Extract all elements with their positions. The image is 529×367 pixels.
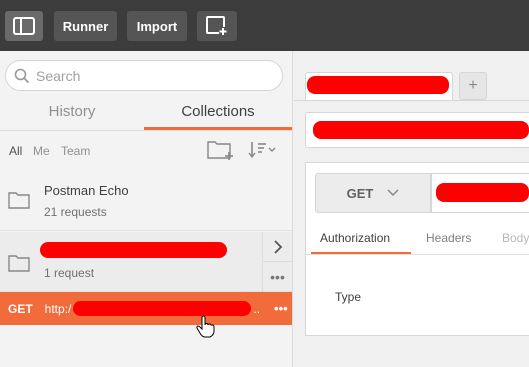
redacted-request-url [73,301,252,316]
filter-all[interactable]: All [9,144,22,158]
tab-divider [0,130,292,131]
request-more-icon[interactable]: ••• [274,301,288,316]
subtab-divider [305,254,529,255]
toggle-sidebar-button[interactable] [5,11,43,41]
sidebar: History Collections All Me Team Postman … [0,51,293,367]
expand-collection-button[interactable] [262,232,292,262]
collection-item[interactable]: 1 request ••• [0,232,292,292]
tab-authorization[interactable]: Authorization [320,231,390,245]
new-window-icon [206,16,227,35]
new-tab-button[interactable]: + [459,72,487,100]
method-select[interactable]: GET [315,173,431,213]
search-box[interactable] [5,60,283,91]
collection-request-count: 1 request [44,266,95,280]
filter-me[interactable]: Me [33,144,50,158]
hand-cursor-icon [196,316,215,338]
import-button[interactable]: Import [127,11,187,41]
top-toolbar: Runner Import [0,0,529,51]
redacted-collection-name [40,242,227,258]
new-window-button[interactable] [197,11,237,41]
auth-type-label: Type [335,290,362,304]
new-collection-button[interactable] [207,139,235,166]
sort-button[interactable] [248,140,278,165]
runner-button[interactable]: Runner [54,11,117,41]
folder-icon [8,255,30,272]
collection-item[interactable]: Postman Echo 21 requests [0,171,292,231]
search-input[interactable] [36,67,266,84]
sidebar-toggle-icon [13,17,35,35]
more-icon: ••• [270,269,285,285]
tab-body[interactable]: Body [502,231,529,245]
tab-history[interactable]: History [0,103,144,120]
collection-more-button[interactable]: ••• [262,262,292,292]
search-icon [14,68,30,83]
request-method: GET [8,301,33,316]
redacted-url [436,183,529,202]
redacted-tab-title [307,76,449,94]
collection-request-count: 21 requests [44,205,107,219]
request-url-suffix: .. [253,301,261,316]
chevron-right-icon [273,239,282,254]
new-folder-icon [207,141,233,160]
sort-icon [248,142,276,159]
tab-bar-line [294,100,529,101]
filter-team[interactable]: Team [61,144,90,158]
request-url-prefix: http:/ [44,301,72,316]
request-item[interactable]: GET http:/ .. ••• [0,292,292,325]
collection-name: Postman Echo [44,183,129,198]
chevron-down-icon [387,189,399,197]
tab-collections[interactable]: Collections [144,103,292,120]
folder-icon [8,192,30,209]
plus-icon: + [468,77,478,94]
redacted-request-name [313,121,529,139]
tab-headers[interactable]: Headers [426,231,471,245]
method-label: GET [346,185,374,201]
